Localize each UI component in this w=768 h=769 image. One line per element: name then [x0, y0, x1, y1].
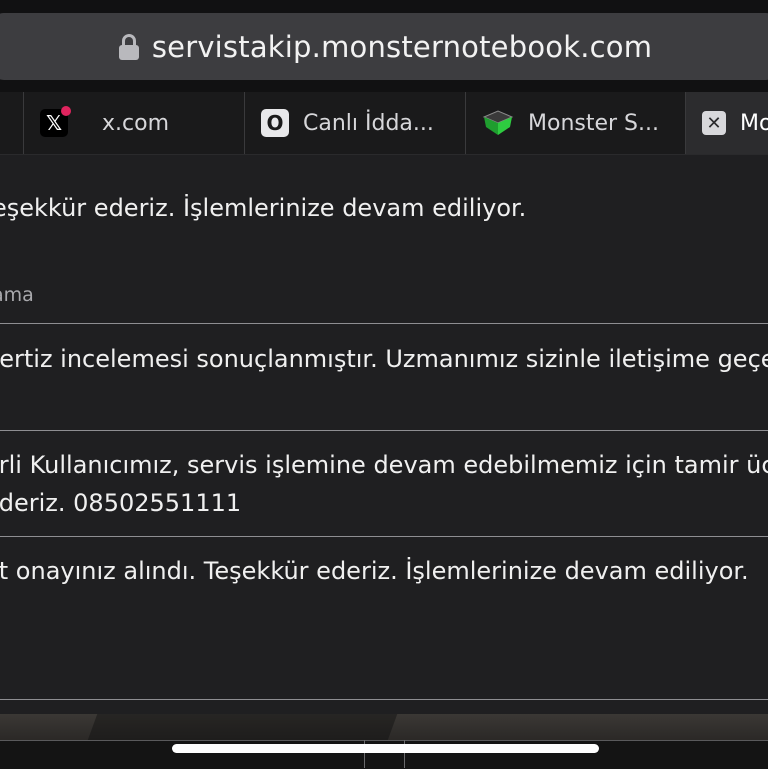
tab-monster-servis[interactable]: Monster S... [466, 92, 686, 154]
tab-x[interactable]: 𝕏 x.com [24, 92, 245, 154]
page-content: eşekkür ederiz. İşlemlerinize devam edil… [0, 154, 768, 714]
tab-bar: 𝕏 x.com O Canlı İdda... Monster S... ✕ M… [0, 92, 768, 155]
lock-icon [118, 33, 140, 60]
x-logo-icon: 𝕏 [40, 106, 71, 137]
row-line: pertiz incelemesi sonuçlanmıştır. Uzmanı… [0, 345, 768, 373]
browser-top-bar: servistakip.monsternotebook.com [0, 0, 768, 92]
table-row: pertiz incelemesi sonuçlanmıştır. Uzmanı… [0, 340, 768, 378]
tab-label: Canlı İdda... [303, 110, 434, 136]
column-header-aciklama: ama [0, 284, 34, 306]
table-row: et onayınız alındı. Teşekkür ederiz. İşl… [0, 552, 768, 590]
table-divider [0, 536, 768, 537]
tab-label: x.com [102, 110, 169, 136]
o-favicon-icon: O [261, 109, 289, 137]
url-text[interactable]: servistakip.monsternotebook.com [152, 30, 652, 64]
close-icon[interactable]: ✕ [702, 111, 726, 135]
table-row: erli Kullanıcımız, servis işlemine devam… [0, 446, 768, 522]
address-bar[interactable]: servistakip.monsternotebook.com [0, 13, 768, 80]
monster-logo-icon [482, 109, 514, 137]
tab-active-monster[interactable]: ✕ Mo [686, 92, 768, 154]
tab-label: Monster S... [528, 110, 659, 136]
table-divider [0, 430, 768, 431]
tab-partial[interactable] [0, 92, 24, 154]
tab-label: Mo [740, 110, 768, 136]
tab-canli-idda[interactable]: O Canlı İdda... [245, 92, 466, 154]
table-divider [0, 699, 768, 700]
home-indicator[interactable] [172, 744, 599, 753]
status-banner: eşekkür ederiz. İşlemlerinize devam edil… [0, 194, 527, 222]
row-line: ederiz. 08502551111 [0, 489, 242, 517]
row-line: et onayınız alındı. Teşekkür ederiz. İşl… [0, 557, 749, 585]
table-divider [0, 323, 768, 324]
row-line: erli Kullanıcımız, servis işlemine devam… [0, 451, 768, 479]
